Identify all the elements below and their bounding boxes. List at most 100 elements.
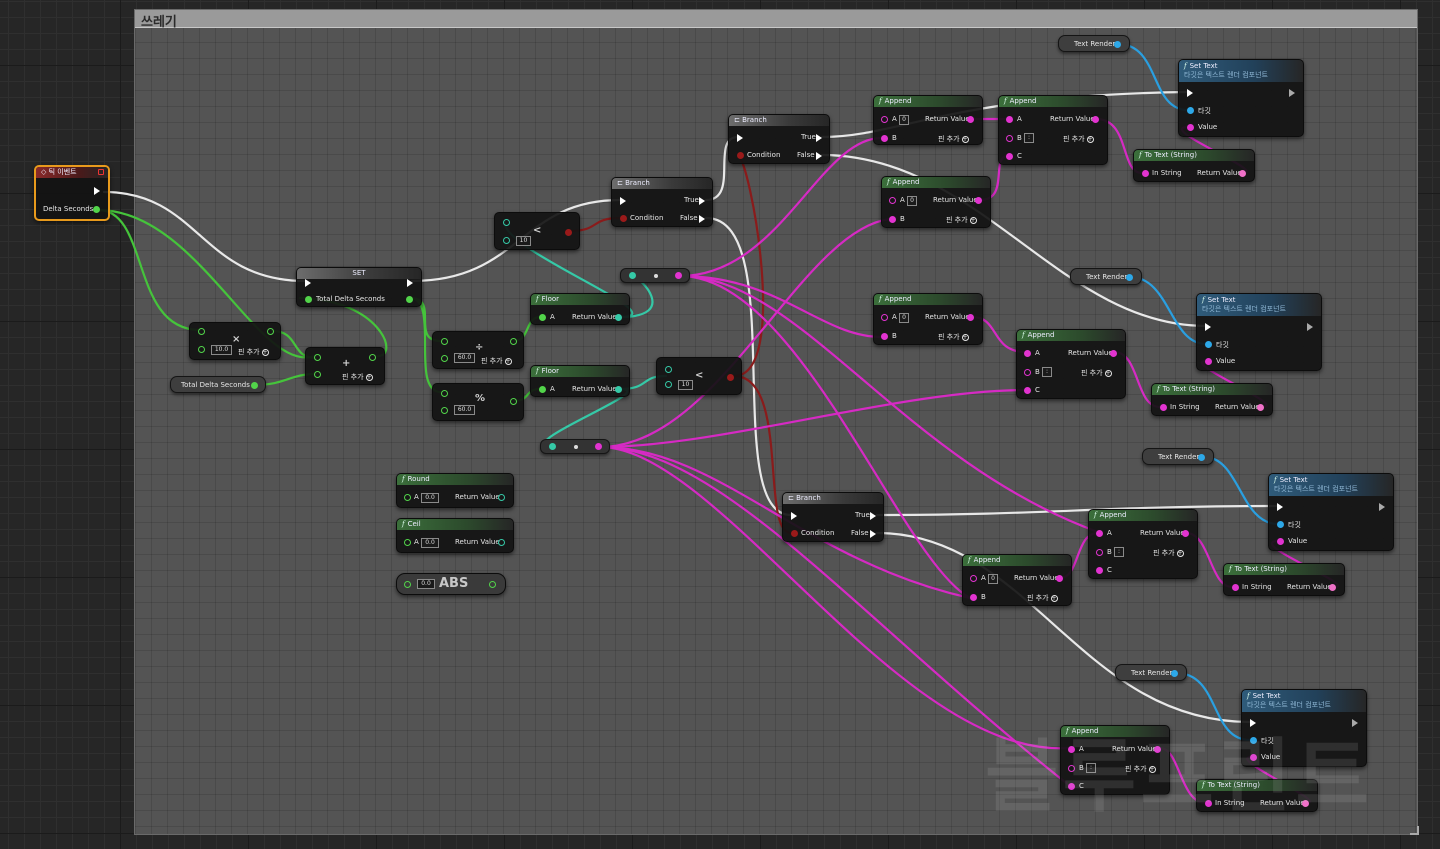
text-render-out-pin[interactable] [1171, 670, 1178, 677]
a-value-field[interactable]: 0 [988, 574, 998, 584]
a-in-pin[interactable] [404, 581, 411, 588]
b-in-pin[interactable] [665, 381, 672, 388]
target-pin[interactable] [1187, 107, 1194, 114]
a-in-pin[interactable] [881, 116, 888, 123]
in-string-pin[interactable] [1160, 404, 1167, 411]
a-in-pin[interactable] [539, 314, 546, 321]
add-pin-button[interactable]: 핀 추가 + [1027, 593, 1058, 603]
false-exec-pin[interactable] [870, 530, 876, 538]
in-string-pin[interactable] [1232, 584, 1239, 591]
to-text-node-3[interactable]: f To Text (String) In String Return Value [1223, 563, 1345, 596]
return-out-pin[interactable] [498, 494, 505, 501]
result-out-pin[interactable] [510, 398, 517, 405]
round-value-field[interactable]: 0.0 [421, 493, 439, 503]
abs-value-field[interactable]: 0.0 [417, 579, 435, 589]
exec-in-pin[interactable] [305, 279, 311, 287]
text-render-out-pin[interactable] [1198, 454, 1205, 461]
variable-out-pin[interactable] [251, 382, 258, 389]
a-in-pin[interactable] [441, 390, 448, 397]
exec-in-pin[interactable] [1277, 503, 1283, 511]
a-value-field[interactable]: 0 [899, 115, 909, 125]
b-in-pin[interactable] [1006, 135, 1013, 142]
append-node-1[interactable]: f Append A 0 Return Value B 핀 추가 + [873, 95, 983, 145]
text-render-variable-1[interactable]: Text Render [1058, 35, 1130, 52]
a-in-pin[interactable] [198, 328, 205, 335]
add-node[interactable]: + 핀 추가 + [305, 347, 385, 385]
multiply-value-field[interactable]: 10.0 [211, 345, 232, 355]
divide-value-field[interactable]: 60.0 [454, 353, 475, 363]
multiply-node[interactable]: 10.0 × 핀 추가 + [189, 322, 281, 360]
event-tick-node[interactable]: ◇ 틱 이벤트 Delta Seconds [34, 165, 110, 221]
a-in-pin[interactable] [503, 219, 510, 226]
text-render-out-pin[interactable] [1126, 274, 1133, 281]
b-value-field[interactable]: : [1024, 133, 1034, 143]
reroute-out-pin[interactable] [675, 272, 682, 279]
condition-pin[interactable] [791, 530, 798, 537]
value-pin[interactable] [1187, 124, 1194, 131]
target-pin[interactable] [1277, 521, 1284, 528]
floor-node-1[interactable]: f Floor A Return Value [530, 293, 630, 325]
total-delta-seconds-variable[interactable]: Total Delta Seconds [170, 376, 266, 393]
return-out-pin[interactable] [1239, 170, 1246, 177]
result-out-pin[interactable] [267, 328, 274, 335]
exec-in-pin[interactable] [620, 197, 626, 205]
text-render-out-pin[interactable] [1114, 41, 1121, 48]
add-pin-button[interactable]: 핀 추가 + [938, 134, 969, 144]
b-in-pin[interactable] [441, 407, 448, 414]
a-in-pin[interactable] [1006, 116, 1013, 123]
append-node-3[interactable]: f Append A 0 Return Value B 핀 추가 + [873, 293, 983, 345]
value-pin[interactable] [1205, 358, 1212, 365]
b-in-pin[interactable] [503, 237, 510, 244]
ceil-node[interactable]: f Ceil A 0.0 Return Value [396, 518, 514, 553]
return-out-pin[interactable] [615, 314, 622, 321]
add-pin-button[interactable]: 핀 추가 + [1153, 548, 1184, 558]
a-in-pin[interactable] [970, 575, 977, 582]
a-in-pin[interactable] [314, 354, 321, 361]
bool-out-pin[interactable] [727, 374, 734, 381]
total-delta-out-pin[interactable] [406, 296, 413, 303]
a-value-field[interactable]: 0 [899, 313, 909, 323]
a-in-pin[interactable] [441, 338, 448, 345]
exec-in-pin[interactable] [1205, 323, 1211, 331]
modulo-node[interactable]: 60.0 % [432, 383, 524, 421]
b-in-pin[interactable] [881, 135, 888, 142]
floor-node-2[interactable]: f Floor A Return Value [530, 365, 630, 397]
add-pin-button[interactable]: 핀 추가 + [238, 347, 269, 357]
event-delegate-icon[interactable] [98, 169, 104, 175]
set-text-node-2[interactable]: f Set Text 타깃은 텍스트 렌더 컴포넌트 타깃 Value [1196, 293, 1322, 371]
reroute-in-pin[interactable] [549, 443, 556, 450]
exec-in-pin[interactable] [1187, 89, 1193, 97]
b-in-pin[interactable] [970, 594, 977, 601]
less-than-node-1[interactable]: 10 < [494, 212, 580, 250]
return-out-pin[interactable] [1056, 575, 1063, 582]
exec-out-pin[interactable] [94, 187, 100, 195]
modulo-value-field[interactable]: 60.0 [454, 405, 475, 415]
c-in-pin[interactable] [1006, 153, 1013, 160]
return-out-pin[interactable] [1257, 404, 1264, 411]
a-in-pin[interactable] [404, 539, 411, 546]
to-text-node-2[interactable]: f To Text (String) In String Return Value [1151, 383, 1273, 416]
condition-pin[interactable] [620, 215, 627, 222]
divide-node[interactable]: 60.0 ÷ 핀 추가 + [432, 331, 524, 369]
a-in-pin[interactable] [1024, 350, 1031, 357]
less-than-node-2[interactable]: 10 < [656, 357, 742, 395]
exec-out-pin[interactable] [1379, 503, 1385, 511]
false-exec-pin[interactable] [699, 215, 705, 223]
add-pin-button[interactable]: 핀 추가 + [946, 215, 977, 225]
total-delta-in-pin[interactable] [305, 296, 312, 303]
reroute-node-2[interactable] [540, 439, 610, 454]
return-out-pin[interactable] [489, 581, 496, 588]
b-in-pin[interactable] [1096, 549, 1103, 556]
reroute-out-pin[interactable] [595, 443, 602, 450]
set-node[interactable]: SET Total Delta Seconds [296, 267, 422, 307]
comment-title-bar[interactable]: 쓰레기 [135, 10, 1417, 30]
result-out-pin[interactable] [369, 354, 376, 361]
append-node-7[interactable]: f Append A Return Value B : 핀 추가 + C [1088, 509, 1198, 579]
set-text-node-1[interactable]: f Set Text 타깃은 텍스트 렌더 컴포넌트 타깃 Value [1178, 59, 1304, 137]
c-in-pin[interactable] [1096, 567, 1103, 574]
true-exec-pin[interactable] [816, 134, 822, 142]
b-in-pin[interactable] [198, 346, 205, 353]
append-node-6[interactable]: f Append A Return Value B : 핀 추가 + C [1016, 329, 1126, 399]
branch-node-1[interactable]: ⊏ Branch Condition True False [611, 177, 713, 227]
text-render-variable-4[interactable]: Text Render [1115, 664, 1187, 681]
